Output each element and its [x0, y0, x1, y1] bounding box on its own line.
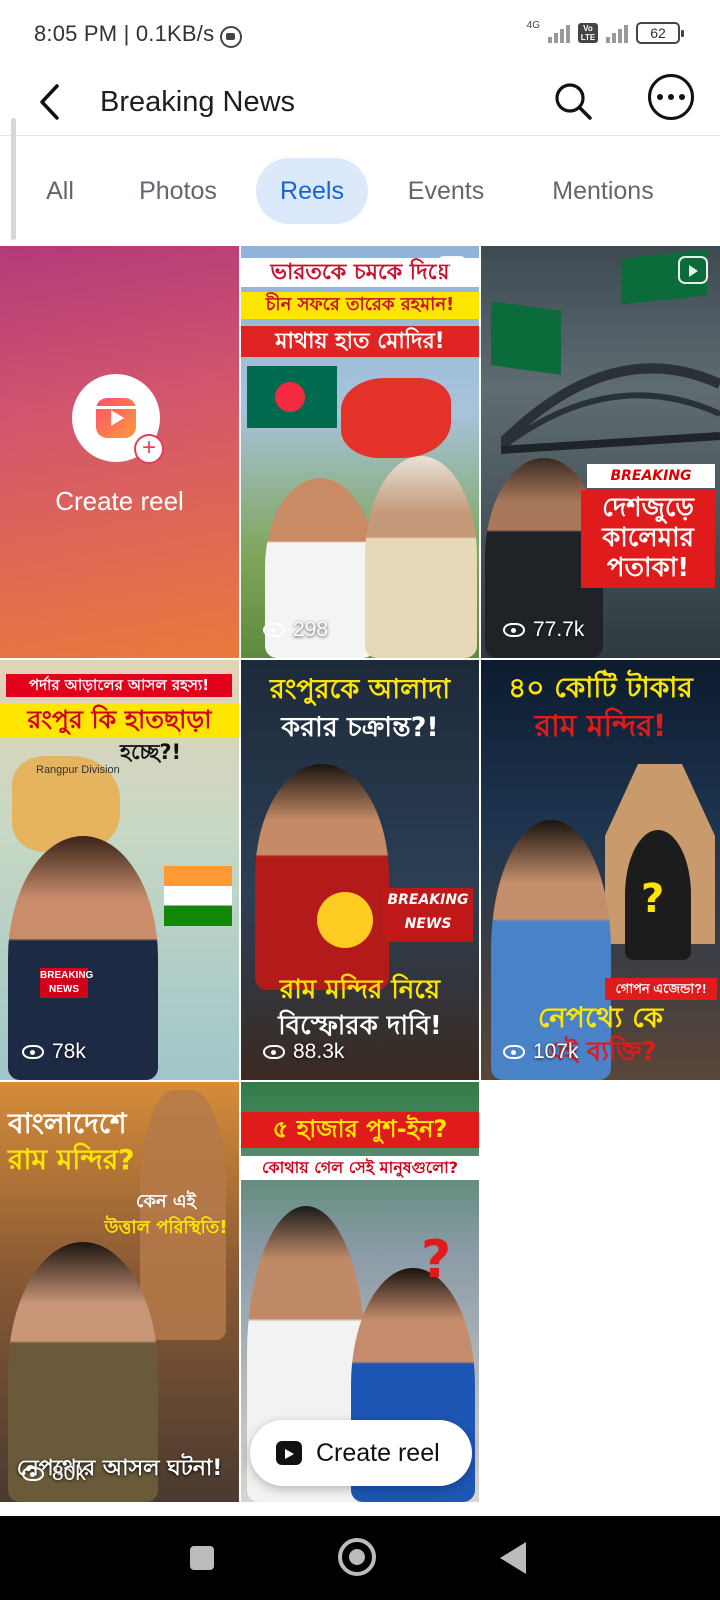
reel-headline: করার চক্রান্ত?!	[281, 712, 439, 743]
reel-subheadline: উত্তাল পরিস্থিতি!	[104, 1217, 228, 1238]
reel-subheadline: কেন এই	[136, 1191, 196, 1212]
home-icon[interactable]	[338, 1538, 376, 1576]
volte-icon: Vo LTE	[578, 23, 598, 43]
reel-headline: বিস্ফোরক দাবি!	[278, 1011, 442, 1041]
battery-icon: 62	[636, 22, 684, 44]
tab-reels[interactable]: Reels	[256, 158, 368, 224]
system-navigation-bar	[0, 1516, 720, 1600]
reel-thumbnail[interactable]: ৪০ কোটি টাকার রাম মন্দির! ? গোপন এজেন্ডা…	[481, 660, 720, 1080]
create-reel-label: Create reel	[55, 486, 184, 516]
eye-icon	[263, 1045, 285, 1059]
map-label: Rangpur Division	[36, 764, 120, 776]
reel-type-icon	[678, 256, 708, 284]
reel-headline: ৪০ কোটি টাকার	[508, 671, 693, 704]
status-time: 8:05 PM | 0.1KB/s	[34, 21, 215, 46]
tab-photos[interactable]: Photos	[118, 158, 238, 224]
reels-icon	[96, 398, 136, 438]
question-mark-graphic: ?	[421, 1230, 452, 1290]
reel-headline: রাম মন্দির নিয়ে	[279, 975, 441, 1005]
chevron-left-icon	[40, 84, 59, 120]
india-flag-image	[164, 866, 232, 926]
reel-thumbnail[interactable]: BREAKING NEWS দেশজুড়ে কালেমার পতাকা! 77…	[481, 246, 720, 658]
reel-headline: বাংলাদেশে	[8, 1107, 127, 1140]
reel-headline: রংপুরকে আলাদা	[269, 674, 451, 705]
create-reel-tile[interactable]: + Create reel	[0, 246, 239, 658]
screen-record-icon	[220, 26, 243, 48]
reel-headline: রংপুর কি হাতছাড়া	[0, 704, 239, 737]
reel-type-icon	[437, 256, 467, 284]
emoji-icon	[317, 892, 373, 948]
reel-tag: গোপন এজেন্ডা?!	[605, 978, 717, 1000]
mic-flag-label: BREAKING NEWS	[40, 968, 93, 998]
statue-image	[140, 1090, 226, 1340]
reel-thumbnail[interactable]: পর্দার আড়ালের আসল রহস্য! রংপুর কি হাতছা…	[0, 660, 239, 1080]
tab-all[interactable]: All	[24, 158, 96, 224]
china-map-image	[341, 378, 451, 458]
back-triangle-icon[interactable]	[500, 1542, 526, 1574]
plus-icon: +	[134, 434, 164, 464]
view-count: 298	[263, 618, 328, 642]
silhouette-image: ?	[625, 830, 691, 960]
person-image	[365, 456, 477, 658]
status-bar: 8:05 PM | 0.1KB/s 4G Vo LTE 62	[0, 0, 720, 68]
reel-headline: নেপথ্যে কে	[537, 1001, 664, 1034]
reel-headline: রাম মন্দির!	[534, 709, 667, 744]
tab-mentions[interactable]: Mentions	[526, 158, 680, 224]
reel-headline: ৫ হাজার পুশ-ইন?	[241, 1112, 479, 1148]
breaking-news-badge: BREAKING NEWS	[587, 464, 715, 508]
app-header: Breaking News	[0, 68, 720, 136]
bangladesh-flag-image	[247, 366, 337, 428]
reel-headline: হচ্ছে?!	[120, 740, 182, 764]
breaking-news-badge: BREAKING NEWS	[383, 888, 473, 942]
back-button[interactable]	[26, 78, 74, 126]
more-dot-icon	[679, 94, 685, 100]
page-title: Breaking News	[100, 86, 296, 118]
reel-thumbnail[interactable]: ভারতকে চমকে দিয়ে চীন সফরে তারেক রহমান! …	[241, 246, 479, 658]
tab-events[interactable]: Events	[388, 158, 504, 224]
view-count: 107k	[503, 1040, 579, 1064]
eye-icon	[503, 623, 525, 637]
view-count: 78k	[22, 1040, 86, 1064]
create-reel-floating-button[interactable]: Create reel	[250, 1420, 472, 1486]
create-reel-button-label: Create reel	[316, 1438, 440, 1467]
bridge-image	[501, 363, 720, 454]
recent-apps-icon[interactable]	[190, 1546, 214, 1570]
eye-icon	[503, 1045, 525, 1059]
eye-icon	[22, 1467, 44, 1481]
reel-headline: চীন সফরে তারেক রহমান!	[241, 292, 479, 319]
eye-icon	[22, 1045, 44, 1059]
signal-icon	[548, 23, 570, 43]
status-icons: 4G Vo LTE 62	[526, 19, 684, 44]
network-type-label: 4G	[526, 19, 540, 31]
more-dot-icon	[668, 94, 674, 100]
reel-headline: পর্দার আড়ালের আসল রহস্য!	[6, 674, 232, 698]
reel-headline: কোথায় গেল সেই মানুষগুলো?	[241, 1156, 479, 1181]
reel-headline: মাথায় হাত মোদির!	[241, 326, 479, 358]
filter-tabs: All Photos Reels Events Mentions	[0, 158, 720, 228]
signal-icon-2	[606, 23, 628, 43]
reel-thumbnail[interactable]: রংপুরকে আলাদা করার চক্রান্ত?! BREAKING N…	[241, 660, 479, 1080]
more-dot-icon	[657, 94, 663, 100]
more-options-button[interactable]	[648, 74, 694, 120]
search-icon	[555, 83, 592, 120]
view-count: 80k	[22, 1462, 86, 1486]
view-count: 88.3k	[263, 1040, 344, 1064]
reels-icon	[276, 1441, 302, 1465]
search-button[interactable]	[548, 76, 598, 126]
view-count: 77.7k	[503, 618, 584, 642]
eye-icon	[263, 623, 285, 637]
reel-headline: দেশজুড়ে কালেমার পতাকা!	[581, 490, 715, 588]
anchor-image	[255, 764, 389, 990]
reel-thumbnail[interactable]: বাংলাদেশে রাম মন্দির? কেন এই উত্তাল পরিস…	[0, 1082, 239, 1502]
